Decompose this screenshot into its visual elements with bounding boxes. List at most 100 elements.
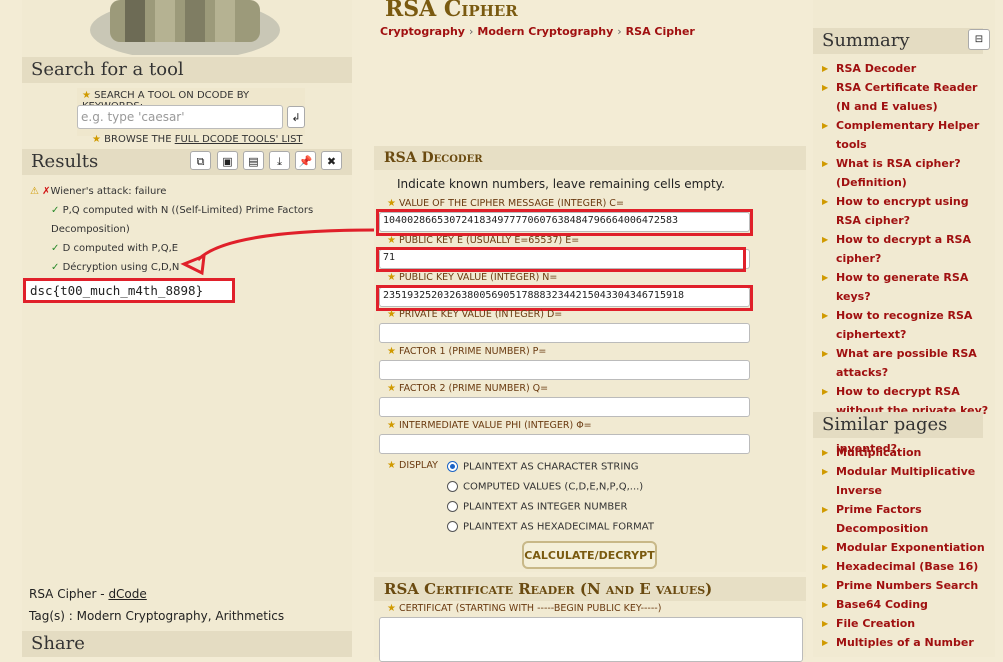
similar-link[interactable]: File Creation [822, 614, 992, 633]
q-label: FACTOR 2 (PRIME NUMBER) Q= [399, 383, 549, 394]
radio-icon[interactable] [447, 501, 458, 512]
p-label: FACTOR 1 (PRIME NUMBER) P= [399, 346, 547, 357]
check-icon: ✓ [51, 243, 60, 254]
print-icon[interactable]: ▤ [243, 151, 264, 170]
check-icon: ✓ [51, 262, 60, 273]
check-icon: ✓ [51, 205, 60, 216]
n-highlight-box [376, 285, 753, 311]
similar-link[interactable]: Base64 Coding [822, 595, 992, 614]
close-icon[interactable]: ✖ [321, 151, 342, 170]
display-label: DISPLAY [399, 460, 438, 471]
cert-label: CERTIFICAT (STARTING WITH -----BEGIN PUB… [399, 603, 662, 614]
star-icon: ★ [387, 198, 396, 209]
radio-icon[interactable] [447, 481, 458, 492]
full-tools-list-link[interactable]: FULL DCODE TOOLS' LIST [175, 134, 303, 145]
search-submit-button[interactable]: ↲ [287, 106, 305, 128]
summary-link[interactable]: How to recognize RSA ciphertext? [822, 306, 992, 344]
similar-link[interactable]: Modular Exponentiation [822, 538, 992, 557]
summary-link[interactable]: RSA Certificate Reader (N and E values) [822, 78, 992, 116]
similar-link[interactable]: Multiplication [822, 443, 992, 462]
summary-link[interactable]: What are possible RSA attacks? [822, 344, 992, 382]
download-icon[interactable]: ⤓ [269, 151, 290, 170]
breadcrumb: Cryptography › Modern Cryptography › RSA Cip… [380, 25, 695, 38]
summary-list: RSA Decoder RSA Certificate Reader (N an… [822, 59, 992, 458]
enter-icon: ↲ [291, 111, 301, 124]
star-icon: ★ [387, 383, 396, 394]
star-icon: ★ [387, 346, 396, 357]
flag-highlight-box [23, 278, 235, 303]
display-option-integer[interactable]: PLAINTEXT AS INTEGER NUMBER [447, 501, 627, 513]
rsa-decoder-title: RSA Decoder [374, 146, 806, 170]
similar-link[interactable]: Multiples of a Number [822, 633, 992, 652]
display-option-string[interactable]: PLAINTEXT AS CHARACTER STRING [447, 461, 639, 473]
share-section-title: Share [22, 631, 352, 657]
footer-tool-name: RSA Cipher - [29, 587, 105, 601]
similar-link[interactable]: Hexadecimal (Base 16) [822, 557, 992, 576]
display-option-computed[interactable]: COMPUTED VALUES (C,D,E,N,P,Q,...) [447, 481, 643, 493]
tags: Tag(s) : Modern Cryptography, Arithmetic… [29, 609, 285, 623]
search-section-title: Search for a tool [22, 57, 352, 83]
result-line: Wiener's attack: failure [50, 186, 167, 197]
certificate-textarea[interactable] [379, 617, 803, 662]
certificate-reader-title: RSA Certificate Reader (N and E values) [374, 577, 806, 601]
result-line: Décryption using C,D,N [62, 262, 180, 273]
d-label: PRIVATE KEY VALUE (INTEGER) D= [399, 309, 563, 320]
copy-icon[interactable]: ⧉ [190, 151, 211, 170]
c-highlight-box [376, 209, 753, 236]
summary-link[interactable]: How to encrypt using RSA cipher? [822, 192, 992, 230]
n-label: PUBLIC KEY VALUE (INTEGER) N= [399, 272, 558, 283]
display-option-label: PLAINTEXT AS INTEGER NUMBER [463, 501, 628, 513]
c-label: VALUE OF THE CIPHER MESSAGE (INTEGER) C= [399, 198, 624, 209]
pin-icon[interactable]: 📌 [295, 151, 316, 170]
phi-input[interactable] [379, 434, 750, 454]
e-highlight-box [376, 247, 746, 272]
summary-link[interactable]: What is RSA cipher? (Definition) [822, 154, 992, 192]
display-option-hex[interactable]: PLAINTEXT AS HEXADECIMAL FORMAT [447, 521, 654, 533]
similar-link[interactable]: Prime Numbers Search [822, 576, 992, 595]
similar-pages-title: Similar pages [813, 412, 983, 438]
phi-label: INTERMEDIATE VALUE PHI (INTEGER) Φ= [399, 420, 592, 431]
display-option-label: PLAINTEXT AS HEXADECIMAL FORMAT [463, 521, 654, 533]
display-option-label: PLAINTEXT AS CHARACTER STRING [463, 461, 639, 473]
dcode-link[interactable]: dCode [108, 587, 146, 601]
summary-link[interactable]: RSA Decoder [822, 59, 992, 78]
warning-icon: ⚠ [30, 186, 39, 197]
dcode-logo[interactable] [55, 0, 295, 55]
result-line: D computed with P,Q,E [62, 243, 179, 254]
breadcrumb-item[interactable]: Cryptography [380, 25, 465, 38]
summary-link[interactable]: How to generate RSA keys? [822, 268, 992, 306]
summary-link[interactable]: How to decrypt a RSA cipher? [822, 230, 992, 268]
browse-prefix: BROWSE THE [104, 134, 172, 145]
page-title: RSA Cipher [385, 0, 518, 22]
save-icon[interactable]: ▣ [217, 151, 238, 170]
star-icon: ★ [387, 460, 396, 471]
star-icon: ★ [387, 309, 396, 320]
collapse-icon[interactable]: ⊟ [968, 29, 990, 50]
e-label: PUBLIC KEY E (USUALLY E=65537) E= [399, 235, 580, 246]
star-icon: ★ [387, 420, 396, 431]
fail-icon: ✗ [42, 186, 51, 197]
breadcrumb-item[interactable]: Modern Cryptography [477, 25, 613, 38]
factor-p-input[interactable] [379, 360, 750, 380]
star-icon: ★ [387, 603, 396, 614]
star-icon: ★ [387, 235, 396, 246]
radio-icon[interactable] [447, 521, 458, 532]
search-input[interactable]: e.g. type 'caesar' [77, 105, 283, 129]
factor-q-input[interactable] [379, 397, 750, 417]
search-box: ★ SEARCH A TOOL ON DCODE BY KEYWORDS: e.… [77, 88, 305, 136]
similar-link[interactable]: Modular Multiplicative Inverse [822, 462, 992, 500]
decoder-intro: Indicate known numbers, leave remaining … [397, 177, 725, 191]
private-key-d-input[interactable] [379, 323, 750, 343]
radio-selected-icon[interactable] [447, 461, 458, 472]
calculate-decrypt-button[interactable]: CALCULATE/DECRYPT [522, 541, 657, 569]
star-icon: ★ [92, 134, 101, 145]
summary-link[interactable]: Complementary Helper tools [822, 116, 992, 154]
summary-title: Summary [813, 28, 983, 54]
star-icon: ★ [387, 272, 396, 283]
similar-pages-list: Multiplication Modular Multiplicative In… [822, 443, 992, 652]
breadcrumb-item[interactable]: RSA Cipher [626, 25, 695, 38]
similar-link[interactable]: Prime Factors Decomposition [822, 500, 992, 538]
result-line: P,Q computed with N ((Self-Limited) Prim… [62, 205, 314, 216]
annotation-arrow [180, 228, 376, 276]
star-icon: ★ [82, 90, 91, 101]
